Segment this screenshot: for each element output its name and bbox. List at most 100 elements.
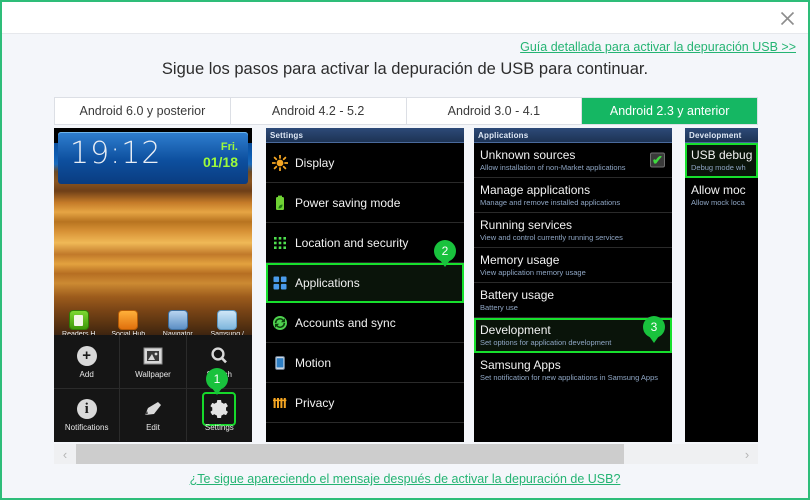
step-badge-2: 2 — [434, 240, 456, 262]
development-item-sub: Debug mode wh — [691, 163, 746, 172]
development-item-allow-mock-locations[interactable]: Allow moc Allow mock loca — [685, 178, 758, 212]
close-icon — [780, 11, 795, 26]
usb-debug-dialog: Guía detallada para activar la depuració… — [0, 0, 810, 500]
tab-android-4-2-5-2[interactable]: Android 4.2 - 5.2 — [230, 98, 407, 124]
close-button[interactable] — [770, 4, 804, 32]
settings-item-display[interactable]: Display — [266, 143, 464, 183]
settings-item-label: Display — [295, 155, 335, 170]
clock-date: 01/18 — [202, 154, 238, 170]
step-4-development-panel: Development USB debug Debug mode wh Allo… — [685, 128, 758, 442]
applications-item-label: Memory usage — [480, 253, 560, 267]
brightness-icon — [271, 154, 289, 171]
dialog-body: Guía detallada para activar la depuració… — [2, 34, 808, 498]
settings-item-label: Location and security — [295, 235, 409, 250]
steps-screenshot-strip: 19:12 Fri. 01/18 Readers H Social Hub — [54, 128, 758, 442]
settings-item-label: Motion — [295, 355, 332, 370]
development-item-usb-debugging[interactable]: USB debug Debug mode wh — [685, 143, 758, 178]
settings-item-power-saving-mode[interactable]: Power saving mode — [266, 183, 464, 223]
applications-item-label: Manage applications — [480, 183, 591, 197]
applications-item-label: Development — [480, 323, 551, 337]
scroll-right-arrow-icon[interactable]: › — [736, 444, 758, 464]
applications-item-label: Samsung Apps — [480, 358, 561, 372]
applications-item-sub: View and control currently running servi… — [480, 233, 623, 242]
tray-item-label: Settings — [204, 423, 234, 432]
clock-day: Fri. — [220, 141, 238, 153]
settings-list: Display Power saving mode Location and s… — [266, 143, 464, 423]
tray-row: i Notifications Edit Settings — [54, 388, 252, 441]
tray-item-label: Add — [79, 369, 94, 379]
applications-item-sub: Set notification for new applications in… — [480, 373, 659, 382]
apps-grid-icon — [272, 275, 288, 291]
gear-icon — [208, 398, 230, 420]
settings-item-privacy[interactable]: Privacy — [266, 383, 464, 423]
applications-item-battery-usage[interactable]: Battery usage Battery use — [474, 283, 672, 318]
step-badge-1: 1 — [206, 368, 228, 390]
unknown-sources-checkbox[interactable]: ✔ — [650, 152, 665, 168]
plus-circle-icon: + — [76, 345, 98, 367]
page-title: Sigue los pasos para activar la depuraci… — [161, 60, 649, 78]
tray-item-add[interactable]: + Add — [54, 335, 121, 388]
applications-item-sub: Set options for application development — [480, 338, 612, 347]
search-icon — [208, 345, 230, 367]
step-2-settings-panel: Settings Display Power saving mode Locat… — [266, 128, 464, 442]
step-3-applications-panel: Applications Unknown sources Allow insta… — [474, 128, 672, 442]
tray-item-label: Edit — [146, 423, 160, 432]
settings-item-applications[interactable]: Applications — [266, 263, 464, 303]
pencil-icon — [142, 398, 164, 420]
tray-item-label: Wallpaper — [135, 369, 171, 379]
android-version-tabs: Android 6.0 y posterior Android 4.2 - 5.… — [54, 97, 758, 125]
tab-android-6-0-y-posterior[interactable]: Android 6.0 y posterior — [55, 98, 231, 124]
tab-android-2-3-y-anterior[interactable]: Android 2.3 y anterior — [582, 98, 757, 124]
info-circle-icon: i — [76, 398, 98, 420]
development-list: USB debug Debug mode wh Allow moc Allow … — [685, 143, 758, 212]
battery-leaf-icon — [272, 195, 288, 211]
grid-dots-icon — [272, 235, 288, 251]
settings-item-motion[interactable]: Motion — [266, 343, 464, 383]
applications-item-label: Running services — [480, 218, 573, 232]
scroll-left-arrow-icon[interactable]: ‹ — [54, 444, 76, 464]
privacy-bars-icon — [272, 395, 288, 411]
settings-item-label: Accounts and sync — [295, 315, 396, 330]
scrollbar-thumb[interactable] — [76, 444, 624, 464]
applications-item-running-services[interactable]: Running services View and control curren… — [474, 213, 672, 248]
scrollbar-track[interactable] — [76, 444, 736, 464]
applications-item-development[interactable]: Development Set options for application … — [474, 318, 672, 353]
tray-item-notifications[interactable]: i Notifications — [54, 389, 121, 441]
development-item-label: USB debug — [691, 148, 753, 162]
tray-item-settings[interactable]: Settings — [187, 389, 252, 441]
settings-item-accounts-and-sync[interactable]: Accounts and sync — [266, 303, 464, 343]
sync-icon — [272, 315, 288, 331]
image-icon — [142, 345, 164, 367]
settings-item-label: Privacy — [295, 395, 335, 410]
step-badge-3: 3 — [643, 316, 665, 338]
applications-item-manage-applications[interactable]: Manage applications Manage and remove in… — [474, 178, 672, 213]
panel-title-development: Development — [685, 128, 758, 143]
settings-item-location-and-security[interactable]: Location and security — [266, 223, 464, 263]
navigator-icon — [167, 310, 188, 330]
clock-time: 19:12 — [70, 136, 162, 171]
settings-item-label: Applications — [295, 275, 360, 290]
social-hub-icon — [118, 310, 139, 330]
clock-widget: 19:12 Fri. 01/18 — [58, 132, 248, 184]
tray-item-wallpaper[interactable]: Wallpaper — [120, 335, 187, 388]
development-item-sub: Allow mock loca — [691, 198, 745, 207]
panel-title-settings: Settings — [266, 128, 464, 143]
applications-item-sub: Allow installation of non-Market applica… — [480, 163, 626, 172]
panel-title-applications: Applications — [474, 128, 672, 143]
title-bar — [2, 2, 808, 34]
still-seeing-message-link[interactable]: ¿Te sigue apareciendo el mensaje después… — [190, 472, 621, 486]
development-item-label: Allow moc — [691, 183, 746, 197]
tray-item-edit[interactable]: Edit — [120, 389, 187, 441]
tab-android-3-0-4-1[interactable]: Android 3.0 - 4.1 — [406, 98, 583, 124]
applications-item-memory-usage[interactable]: Memory usage View application memory usa… — [474, 248, 672, 283]
detailed-guide-link[interactable]: Guía detallada para activar la depuració… — [520, 40, 796, 54]
tray-item-label: Notifications — [64, 423, 109, 432]
readers-hub-icon — [68, 310, 89, 330]
horizontal-scrollbar[interactable]: ‹ › — [54, 444, 758, 464]
applications-item-samsung-apps[interactable]: Samsung Apps Set notification for new ap… — [474, 353, 672, 387]
applications-list: Unknown sources Allow installation of no… — [474, 143, 672, 387]
motion-icon — [272, 355, 288, 371]
applications-item-label: Unknown sources — [480, 148, 576, 162]
applications-item-unknown-sources[interactable]: Unknown sources Allow installation of no… — [474, 143, 672, 178]
applications-item-label: Battery usage — [480, 288, 555, 302]
